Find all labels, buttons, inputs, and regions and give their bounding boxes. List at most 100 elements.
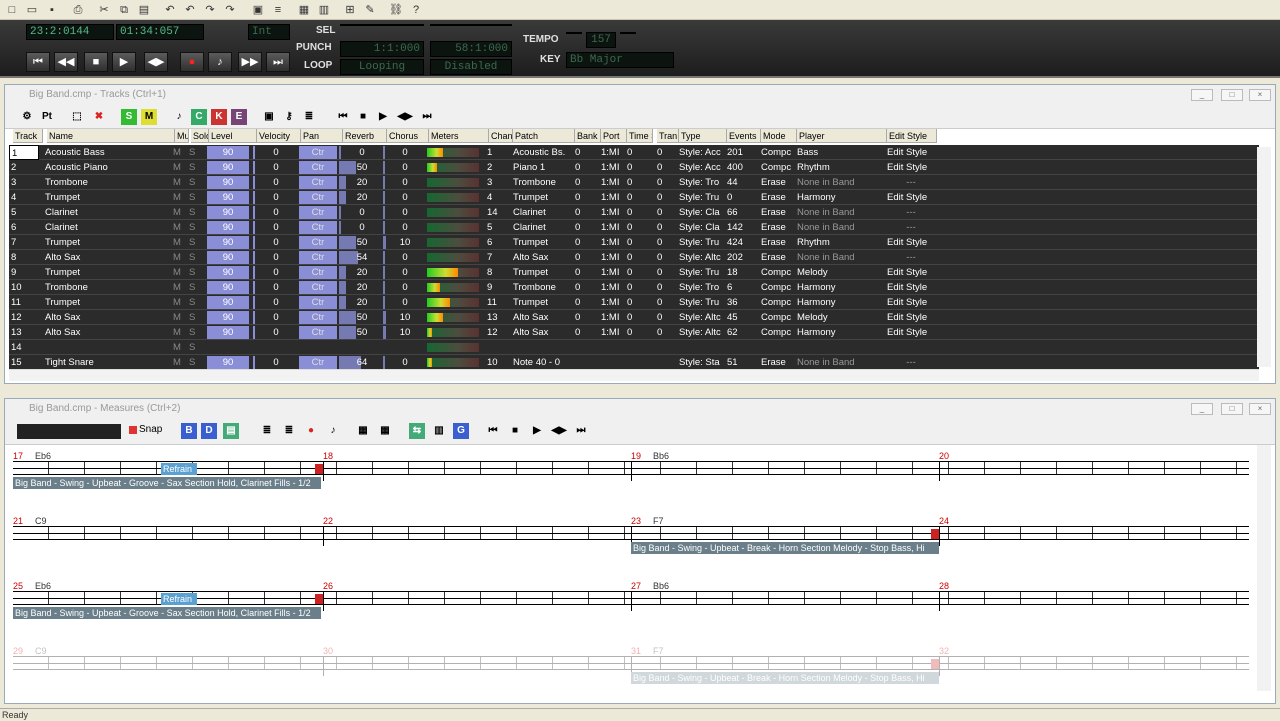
time-shift[interactable]: 0 [625,145,653,160]
port[interactable]: 1:MI [599,145,625,160]
events[interactable]: 66 [725,205,759,220]
b-icon[interactable]: B [181,423,197,439]
riff-marker[interactable]: Refrain [161,593,197,605]
port[interactable]: 1:MI [599,205,625,220]
bank[interactable]: 0 [573,160,599,175]
track-name[interactable]: Trombone [43,280,171,295]
reverb-value[interactable]: 50 [339,160,383,175]
level-slider[interactable]: 90 [207,176,249,189]
bank[interactable] [573,340,599,355]
key-value[interactable]: Bb Major [566,52,674,68]
time-shift[interactable]: 0 [625,265,653,280]
patch[interactable]: Note 40 - 0 [511,355,573,370]
stop-icon[interactable]: ■ [355,109,371,125]
open-folder-icon[interactable]: ▭ [24,2,40,18]
track-row[interactable]: 9 Trumpet M S 90 0 Ctr 20 0 8 Trumpet 0 1:MI 0 0 Style:… [9,265,1259,280]
patch[interactable]: Piano 1 [511,160,573,175]
e-icon[interactable]: E [231,109,247,125]
list-icon[interactable]: ≣ [301,109,317,125]
level-slider[interactable]: 90 [207,236,249,249]
channel[interactable]: 8 [485,265,509,280]
new-file-icon[interactable]: □ [4,2,20,18]
mute-toggle[interactable]: M [171,205,185,220]
port[interactable]: 1:MI [599,190,625,205]
patch[interactable]: Alto Sax [511,250,573,265]
track-number[interactable]: 11 [9,295,39,310]
record-button[interactable]: ● [180,52,204,72]
channel[interactable]: 3 [485,175,509,190]
step-icon[interactable]: ◀▶ [397,109,413,125]
column-header-name[interactable]: Name [47,129,175,143]
pan-control[interactable]: Ctr [299,176,337,189]
reverb-value[interactable]: 20 [339,280,383,295]
tracks-view-icon[interactable]: ▣ [250,2,266,18]
measure-number[interactable]: 31 [631,646,641,656]
track-name[interactable]: Alto Sax [43,250,171,265]
level-slider[interactable]: 90 [207,251,249,264]
patch[interactable]: Trumpet [511,265,573,280]
print-icon[interactable]: ⎙ [70,2,86,18]
port[interactable] [599,355,625,370]
column-header-type[interactable]: Type [679,129,727,143]
track-row[interactable]: 14 M S [9,340,1259,355]
events[interactable]: 400 [725,160,759,175]
mode[interactable]: Compc [759,280,795,295]
pt-icon[interactable]: Pt [39,109,55,125]
transpose[interactable]: 0 [655,280,677,295]
events[interactable]: 18 [725,265,759,280]
time-shift[interactable]: 0 [625,250,653,265]
track-type[interactable]: Style: Altc [677,310,725,325]
chorus-value[interactable]: 10 [383,325,425,340]
events[interactable] [725,340,759,355]
track-type[interactable]: Style: Sta [677,355,725,370]
note-selector[interactable] [17,424,121,439]
mute-toggle[interactable]: M [171,175,185,190]
trash-icon[interactable]: ▥ [431,423,447,439]
pan-control[interactable]: Ctr [299,326,337,339]
style-label[interactable]: Big Band - Swing - Upbeat - Groove - Sax… [13,607,321,619]
minimize-button[interactable]: _ [1191,403,1213,415]
edit-style[interactable]: --- [885,250,935,265]
velocity-value[interactable]: 0 [253,205,297,220]
velocity-value[interactable]: 0 [253,160,297,175]
stop-icon[interactable]: ■ [507,423,523,439]
port[interactable]: 1:MI [599,310,625,325]
tuner-icon[interactable]: ▦ [355,423,371,439]
measure-number[interactable]: 32 [939,646,949,656]
time-shift[interactable] [625,355,653,370]
player[interactable]: None in Band [795,205,885,220]
int-label[interactable]: Int [248,24,290,40]
chord-symbol[interactable]: F7 [653,646,664,656]
track-name[interactable]: Trumpet [43,265,171,280]
play-button[interactable]: ▶ [112,52,136,72]
port[interactable]: 1:MI [599,250,625,265]
track-number[interactable]: 5 [9,205,39,220]
rewind-start-icon[interactable]: ⏮ [485,423,501,439]
pan-control[interactable]: Ctr [299,191,337,204]
mute-toggle[interactable]: M [171,355,185,370]
transpose[interactable] [655,355,677,370]
transpose[interactable]: 0 [655,295,677,310]
solo-all-icon[interactable]: S [121,109,137,125]
measure-number[interactable]: 25 [13,581,23,591]
mute-toggle[interactable]: M [171,220,185,235]
player[interactable]: Harmony [795,280,885,295]
time-shift[interactable]: 0 [625,235,653,250]
channel[interactable]: 10 [485,355,509,370]
loop-mode[interactable]: Looping [340,59,424,75]
velocity-value[interactable]: 0 [253,280,297,295]
column-header-chan[interactable]: Chan [489,129,513,143]
time-shift[interactable]: 0 [625,160,653,175]
edit-style[interactable] [885,340,935,355]
track-name[interactable]: Trumpet [43,235,171,250]
reverb-value[interactable]: 0 [339,220,383,235]
transpose[interactable]: 0 [655,235,677,250]
events[interactable]: 62 [725,325,759,340]
chord-symbol[interactable]: Eb6 [35,451,51,461]
vertical-scrollbar[interactable] [1257,147,1271,367]
chord-symbol[interactable]: C9 [35,516,47,526]
measure-number[interactable]: 21 [13,516,23,526]
bank[interactable]: 0 [573,220,599,235]
track-row[interactable]: 7 Trumpet M S 90 0 Ctr 50 10 6 Trumpet 0 1:MI 0 0 Style… [9,235,1259,250]
reverb-value[interactable]: 0 [339,205,383,220]
